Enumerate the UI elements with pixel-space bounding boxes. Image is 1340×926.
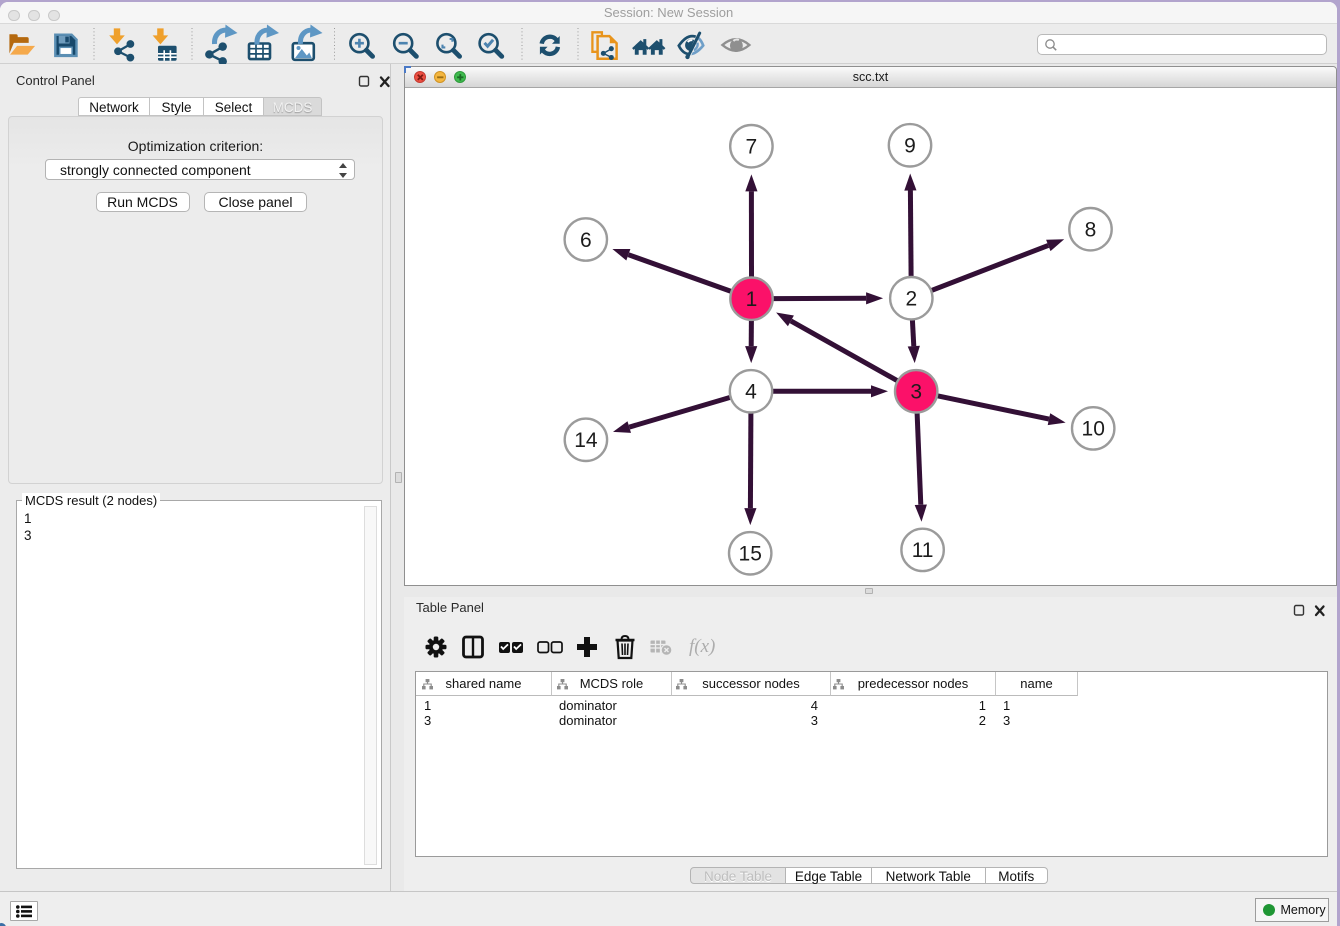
svg-text:6: 6 (579, 229, 591, 252)
svg-text:9: 9 (904, 135, 916, 158)
svg-text:11: 11 (911, 539, 933, 562)
svg-text:8: 8 (1084, 219, 1096, 242)
svg-text:2: 2 (905, 288, 917, 311)
svg-text:10: 10 (1081, 418, 1104, 441)
svg-text:7: 7 (745, 136, 757, 159)
svg-text:3: 3 (910, 381, 922, 404)
svg-text:4: 4 (745, 381, 757, 404)
svg-text:15: 15 (738, 543, 761, 566)
svg-text:14: 14 (574, 429, 598, 452)
svg-text:1: 1 (745, 288, 757, 311)
